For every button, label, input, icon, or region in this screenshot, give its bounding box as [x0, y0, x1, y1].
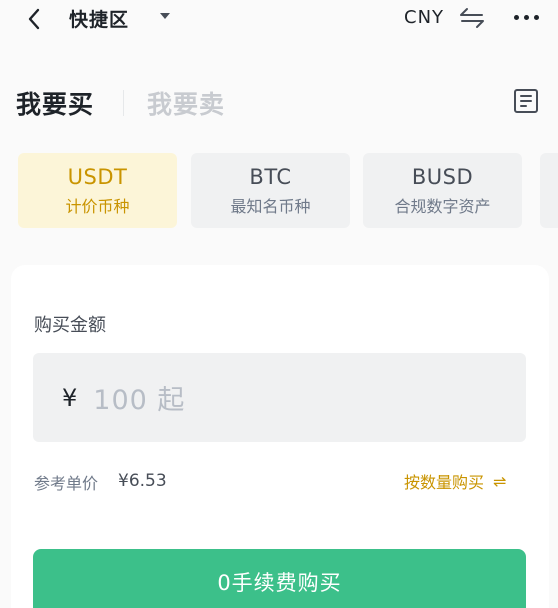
- amount-placeholder: 100 起: [93, 385, 186, 416]
- swap-arrows-icon[interactable]: [459, 6, 485, 30]
- coin-symbol: BUSD: [411, 165, 474, 189]
- tab-buy[interactable]: 我要买: [16, 85, 94, 121]
- coin-description: 最知名币种: [230, 197, 311, 216]
- currency-symbol: ¥: [62, 383, 78, 412]
- swap-icon: ⇌: [493, 471, 507, 491]
- reference-price-label: 参考单价: [34, 474, 99, 493]
- reference-price-value: ¥6.53: [118, 471, 167, 491]
- quick-trade-page: 快捷区 CNY 我要买 我要卖 USDT 计价币种 BTC 最知名币种 BUSD…: [0, 0, 558, 608]
- coin-symbol: BTC: [249, 165, 292, 189]
- coin-description: 合规数字资产: [394, 197, 491, 216]
- chevron-left-icon: [28, 8, 40, 30]
- order-list-icon[interactable]: [513, 88, 539, 114]
- tab-divider: [123, 90, 124, 116]
- buy-button[interactable]: 0手续费购买: [33, 549, 526, 608]
- more-dots-icon[interactable]: [514, 11, 540, 23]
- currency-selector[interactable]: CNY: [404, 7, 444, 28]
- buy-by-quantity-label: 按数量购买: [404, 473, 485, 492]
- page-title[interactable]: 快捷区: [69, 5, 129, 32]
- coin-card-usdt[interactable]: USDT 计价币种: [18, 153, 177, 228]
- coin-card-btc[interactable]: BTC 最知名币种: [191, 153, 350, 228]
- coin-card-busd[interactable]: BUSD 合规数字资产: [363, 153, 522, 228]
- amount-input[interactable]: ¥ 100 起: [33, 353, 526, 442]
- coin-symbol: USDT: [67, 165, 128, 189]
- caret-down-icon[interactable]: [160, 13, 170, 19]
- buy-by-quantity-link[interactable]: 按数量购买 ⇌: [404, 469, 506, 493]
- back-button[interactable]: [22, 6, 46, 32]
- top-navigation-bar: 快捷区 CNY: [0, 0, 558, 40]
- coin-card-overflow[interactable]: [540, 153, 558, 228]
- tab-sell[interactable]: 我要卖: [147, 85, 225, 121]
- amount-label: 购买金额: [34, 315, 106, 336]
- coin-description: 计价币种: [65, 197, 130, 216]
